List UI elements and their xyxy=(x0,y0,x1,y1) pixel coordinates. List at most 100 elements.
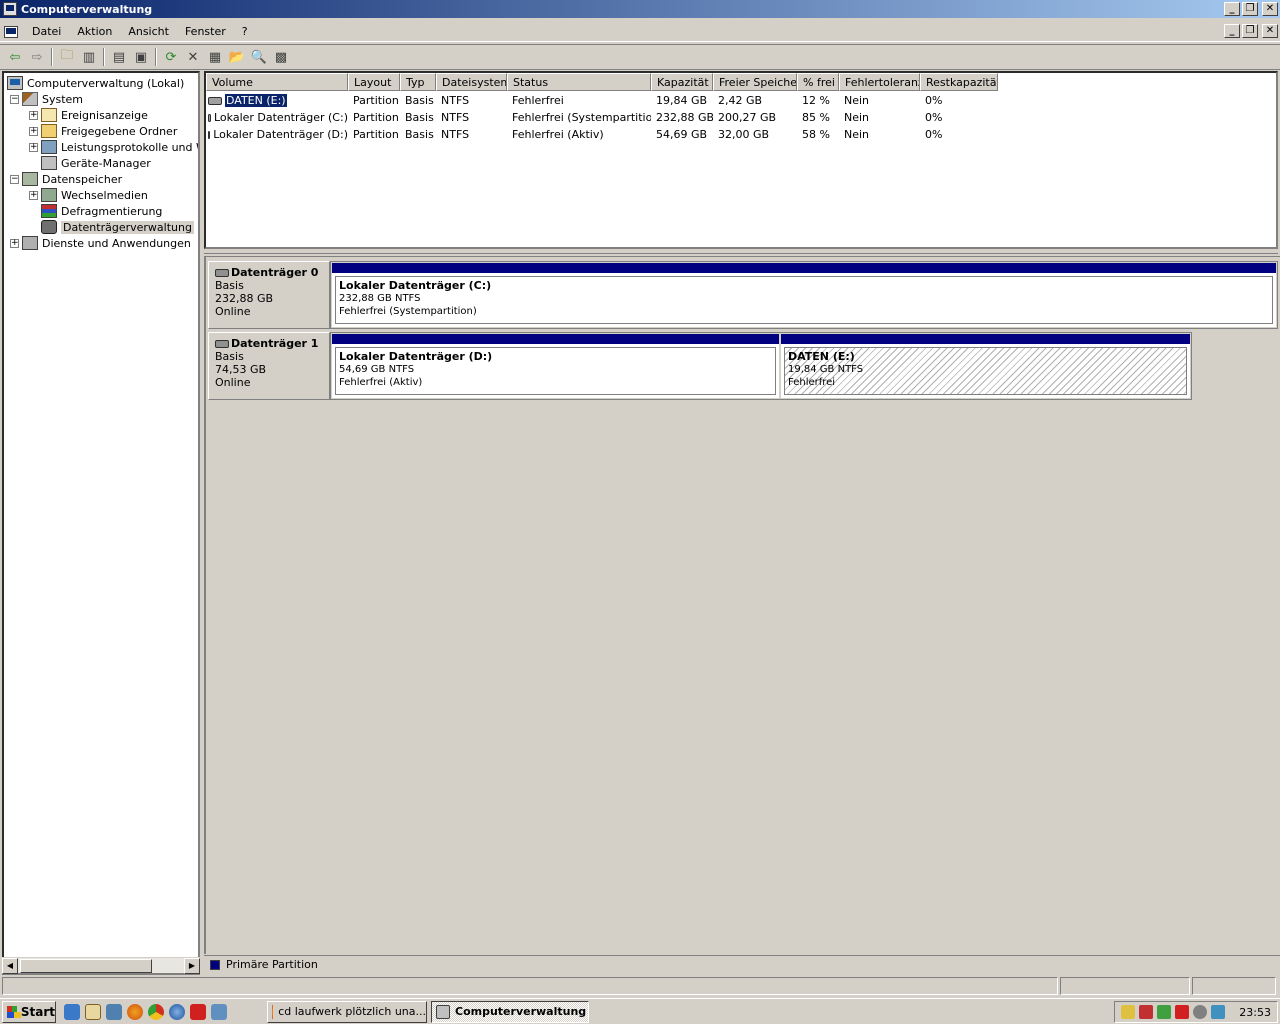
partition-title: DATEN (E:) xyxy=(788,350,855,363)
back-arrow-icon[interactable]: ⇦ xyxy=(4,46,26,68)
ie-icon[interactable] xyxy=(64,1003,80,1020)
disk-0-info[interactable]: Datenträger 0 Basis 232,88 GB Online xyxy=(208,261,330,329)
chrome-icon[interactable] xyxy=(148,1003,164,1020)
child-close-button[interactable]: ✕ xyxy=(1262,24,1278,38)
column-free-space[interactable]: Freier Speicher xyxy=(713,73,797,91)
globe-icon[interactable] xyxy=(169,1003,185,1020)
volume-disk-icon xyxy=(208,113,211,122)
clock[interactable]: 23:53 xyxy=(1239,1006,1271,1019)
taskbar-task-computer-management[interactable]: Computerverwaltung xyxy=(431,1000,589,1023)
partition-body-selected: DATEN (E:) 19,84 GB NTFS Fehlerfrei xyxy=(784,347,1187,395)
close-button[interactable]: ✕ xyxy=(1262,2,1278,16)
partition-c[interactable]: Lokaler Datenträger (C:) 232,88 GB NTFS … xyxy=(331,262,1277,328)
volume-free: 2,42 GB xyxy=(718,94,763,107)
column-capacity[interactable]: Kapazität xyxy=(651,73,713,91)
document-menu-icon[interactable] xyxy=(4,25,18,38)
column-filesystem[interactable]: Dateisystem xyxy=(436,73,507,91)
tree-item-root[interactable]: Computerverwaltung (Lokal) xyxy=(7,75,184,91)
menu-help[interactable]: ? xyxy=(234,25,256,38)
partition-e[interactable]: DATEN (E:) 19,84 GB NTFS Fehlerfrei xyxy=(780,333,1191,399)
connection-icon[interactable] xyxy=(1211,1005,1226,1019)
volume-layout: Partition xyxy=(353,94,399,107)
column-percent-free[interactable]: % frei xyxy=(797,73,839,91)
tree-item-removable[interactable]: + Wechselmedien xyxy=(29,187,148,203)
menu-aktion[interactable]: Aktion xyxy=(69,25,120,38)
disk-name: Datenträger 1 xyxy=(231,337,319,350)
partition-d[interactable]: Lokaler Datenträger (D:) 54,69 GB NTFS F… xyxy=(331,333,780,399)
column-volume[interactable]: Volume xyxy=(206,73,348,91)
help-icon[interactable]: ▣ xyxy=(130,46,152,68)
disk-1-info[interactable]: Datenträger 1 Basis 74,53 GB Online xyxy=(208,332,330,400)
tree-item-defrag[interactable]: Defragmentierung xyxy=(29,203,162,219)
forward-arrow-icon[interactable]: ⇨ xyxy=(26,46,48,68)
volume-row[interactable]: Lokaler Datenträger (D:) Partition Basis… xyxy=(206,126,998,143)
notepad-icon[interactable] xyxy=(85,1003,101,1020)
disk-graphical-view: Datenträger 0 Basis 232,88 GB Online Lok… xyxy=(204,256,1280,954)
tree-item-devices[interactable]: Geräte-Manager xyxy=(29,155,151,171)
volume-row[interactable]: DATEN (E:) Partition Basis NTFS Fehlerfr… xyxy=(206,92,998,109)
column-layout[interactable]: Layout xyxy=(348,73,400,91)
network-icon[interactable] xyxy=(211,1003,227,1020)
scroll-thumb[interactable] xyxy=(20,959,152,973)
menu-fenster[interactable]: Fenster xyxy=(177,25,234,38)
scroll-left-icon[interactable]: ◀ xyxy=(2,957,18,974)
taskbar-task-browser[interactable]: cd laufwerk plötzlich una... xyxy=(267,1000,427,1023)
scroll-right-icon[interactable]: ▶ xyxy=(184,957,200,974)
legend-bar: Primäre Partition xyxy=(204,955,1280,973)
restore-button[interactable]: ❐ xyxy=(1242,2,1258,16)
disk-properties-icon[interactable]: ▦ xyxy=(204,46,226,68)
tree-horizontal-scrollbar[interactable]: ◀ ▶ xyxy=(2,957,200,974)
column-status[interactable]: Status xyxy=(507,73,651,91)
column-overhead[interactable]: Restkapazität xyxy=(920,73,998,91)
expand-toggle[interactable]: + xyxy=(29,190,38,200)
tree-item-shared[interactable]: + Freigegebene Ordner xyxy=(29,123,177,139)
expand-toggle[interactable]: + xyxy=(29,126,38,136)
tray-app-icon[interactable] xyxy=(1121,1005,1136,1019)
expand-toggle[interactable]: + xyxy=(10,238,19,248)
tree-item-diskmgmt[interactable]: Datenträgerverwaltung xyxy=(29,219,194,235)
collapse-toggle[interactable]: − xyxy=(10,94,19,104)
red-arrows-icon[interactable] xyxy=(190,1003,206,1020)
volume-row[interactable]: Lokaler Datenträger (C:) Partition Basis… xyxy=(206,109,998,126)
pane-splitter[interactable] xyxy=(204,249,1278,254)
partition-title: Lokaler Datenträger (D:) xyxy=(339,350,493,363)
console-tree[interactable]: Computerverwaltung (Lokal) − System + Er… xyxy=(2,71,200,975)
tree-item-system[interactable]: − System xyxy=(10,91,83,107)
delete-icon[interactable]: ✕ xyxy=(182,46,204,68)
up-folder-icon[interactable]: 🗀 xyxy=(56,46,78,68)
search-icon[interactable]: 🔍 xyxy=(248,46,270,68)
child-restore-button[interactable]: ❐ xyxy=(1242,24,1258,38)
properties-icon[interactable]: ▤ xyxy=(108,46,130,68)
status-pane-2 xyxy=(1060,977,1190,995)
show-hide-tree-icon[interactable]: ▥ xyxy=(78,46,100,68)
expand-toggle[interactable]: + xyxy=(29,142,38,152)
open-icon[interactable]: 📂 xyxy=(226,46,248,68)
child-minimize-button[interactable]: _ xyxy=(1224,24,1240,38)
antivirus-icon[interactable] xyxy=(1175,1005,1190,1019)
expand-toggle[interactable]: + xyxy=(29,110,38,120)
volume-type: Basis xyxy=(405,128,434,141)
minimize-button[interactable]: _ xyxy=(1224,2,1240,16)
disk-name: Datenträger 0 xyxy=(231,266,319,279)
menu-datei[interactable]: Datei xyxy=(24,25,69,38)
column-type[interactable]: Typ xyxy=(400,73,436,91)
tree-item-eventviewer[interactable]: + Ereignisanzeige xyxy=(29,107,148,123)
update-icon[interactable] xyxy=(1193,1005,1208,1019)
collapse-toggle[interactable]: − xyxy=(10,174,19,184)
shield-icon[interactable] xyxy=(1139,1005,1154,1019)
refresh-icon[interactable]: ⟳ xyxy=(160,46,182,68)
primary-partition-bar xyxy=(332,263,1276,273)
firefox-icon[interactable] xyxy=(127,1003,143,1020)
status-bar xyxy=(0,977,1280,995)
desktop-icon[interactable] xyxy=(106,1003,122,1020)
column-fault-tolerance[interactable]: Fehlertoleranz xyxy=(839,73,920,91)
tree-item-perf[interactable]: + Leistungsprotokolle und Warnungen xyxy=(29,139,198,155)
volume-list[interactable]: Volume Layout Typ Dateisystem Status Kap… xyxy=(204,71,1278,249)
tree-item-services[interactable]: + Dienste und Anwendungen xyxy=(10,235,191,251)
tree-item-storage[interactable]: − Datenspeicher xyxy=(10,171,122,187)
network-tray-icon[interactable] xyxy=(1157,1005,1172,1019)
computer-management-icon xyxy=(3,2,17,16)
start-button[interactable]: Start xyxy=(2,1000,56,1023)
settings-icon[interactable]: ▩ xyxy=(270,46,292,68)
menu-ansicht[interactable]: Ansicht xyxy=(120,25,177,38)
